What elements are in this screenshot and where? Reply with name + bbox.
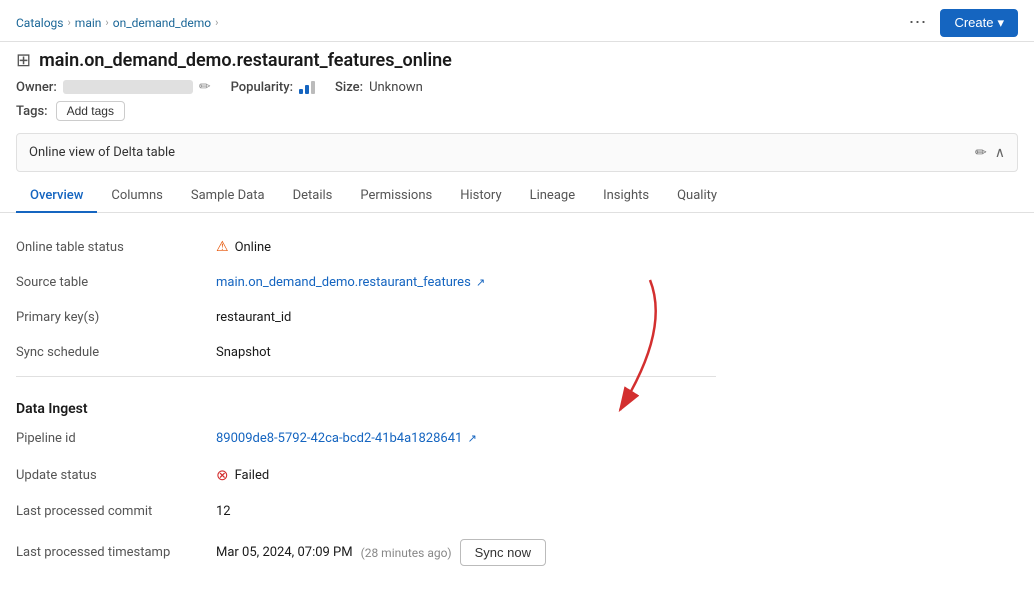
bar-2 bbox=[305, 85, 309, 94]
section-divider bbox=[16, 376, 716, 377]
tabs-bar: Overview Columns Sample Data Details Per… bbox=[0, 180, 1034, 213]
update-status-label: Update status bbox=[16, 458, 216, 493]
description-collapse-button[interactable]: ∧ bbox=[995, 144, 1005, 161]
content-area: Online table status ⚠ Online Source tabl… bbox=[0, 213, 1034, 592]
bar-3 bbox=[311, 81, 315, 94]
fail-text: Failed bbox=[235, 468, 270, 483]
tab-overview[interactable]: Overview bbox=[16, 180, 97, 213]
fail-icon: ⊗ bbox=[216, 466, 229, 484]
owner-edit-icon[interactable]: ✏ bbox=[199, 79, 211, 95]
tab-details[interactable]: Details bbox=[279, 180, 347, 213]
info-grid: Online table status ⚠ Online Source tabl… bbox=[16, 229, 716, 576]
breadcrumb-on-demand-demo[interactable]: on_demand_demo bbox=[113, 16, 211, 30]
table-icon: ⊞ bbox=[16, 50, 31, 71]
owner-field: Owner: ✏ bbox=[16, 79, 211, 95]
last-commit-label: Last processed commit bbox=[16, 494, 216, 529]
tab-insights[interactable]: Insights bbox=[589, 180, 663, 213]
online-status-key: Online table status bbox=[16, 230, 216, 265]
breadcrumb-main[interactable]: main bbox=[75, 16, 102, 30]
timestamp-ago: (28 minutes ago) bbox=[361, 546, 452, 560]
page-title: main.on_demand_demo.restaurant_features_… bbox=[39, 50, 452, 71]
timestamp-main: Mar 05, 2024, 07:09 PM bbox=[216, 545, 353, 560]
more-options-button[interactable]: ⋯ bbox=[902, 8, 932, 37]
tags-label: Tags: bbox=[16, 104, 48, 119]
size-value: Unknown bbox=[369, 80, 423, 95]
last-timestamp-value: Mar 05, 2024, 07:09 PM (28 minutes ago) … bbox=[216, 529, 716, 576]
source-table-external-icon: ↗ bbox=[476, 276, 485, 289]
pipeline-id-label: Pipeline id bbox=[16, 421, 216, 456]
popularity-field: Popularity: bbox=[231, 80, 315, 95]
description-edit-button[interactable]: ✏ bbox=[975, 144, 987, 161]
update-status-value: ⊗ Failed bbox=[216, 456, 716, 494]
tab-history[interactable]: History bbox=[446, 180, 515, 213]
data-ingest-title: Data Ingest bbox=[16, 389, 716, 421]
popularity-bars bbox=[299, 80, 315, 94]
source-table-link[interactable]: main.on_demand_demo.restaurant_features bbox=[216, 275, 471, 290]
pipeline-id-value: 89009de8-5792-42ca-bcd2-41b4a1828641 ↗ bbox=[216, 421, 716, 456]
source-table-key: Source table bbox=[16, 265, 216, 300]
size-field: Size: Unknown bbox=[335, 80, 423, 95]
bar-1 bbox=[299, 89, 303, 94]
tab-quality[interactable]: Quality bbox=[663, 180, 731, 213]
last-timestamp-label: Last processed timestamp bbox=[16, 535, 216, 570]
breadcrumb: Catalogs › main › on_demand_demo › bbox=[16, 16, 218, 30]
add-tags-button[interactable]: Add tags bbox=[56, 101, 125, 121]
primary-key-label: Primary key(s) bbox=[16, 300, 216, 335]
breadcrumb-catalogs[interactable]: Catalogs bbox=[16, 16, 63, 30]
description-box: Online view of Delta table ✏ ∧ bbox=[16, 133, 1018, 172]
online-status-value: ⚠ Online bbox=[216, 229, 716, 265]
sync-now-button[interactable]: Sync now bbox=[460, 539, 546, 566]
tab-lineage[interactable]: Lineage bbox=[516, 180, 590, 213]
tab-permissions[interactable]: Permissions bbox=[346, 180, 446, 213]
last-commit-value: 12 bbox=[216, 494, 716, 529]
create-button[interactable]: Create ▾ bbox=[940, 9, 1018, 37]
owner-value bbox=[63, 80, 193, 94]
status-text: Online bbox=[235, 240, 272, 255]
pipeline-external-icon: ↗ bbox=[468, 432, 477, 445]
sync-schedule-label: Sync schedule bbox=[16, 335, 216, 370]
warning-icon: ⚠ bbox=[216, 239, 229, 255]
tab-columns[interactable]: Columns bbox=[97, 180, 177, 213]
primary-key-value: restaurant_id bbox=[216, 300, 716, 335]
source-table-value: main.on_demand_demo.restaurant_features … bbox=[216, 265, 716, 300]
tab-sample-data[interactable]: Sample Data bbox=[177, 180, 279, 213]
pipeline-id-link[interactable]: 89009de8-5792-42ca-bcd2-41b4a1828641 bbox=[216, 431, 462, 446]
sync-schedule-value: Snapshot bbox=[216, 335, 716, 370]
description-text: Online view of Delta table bbox=[29, 145, 175, 160]
